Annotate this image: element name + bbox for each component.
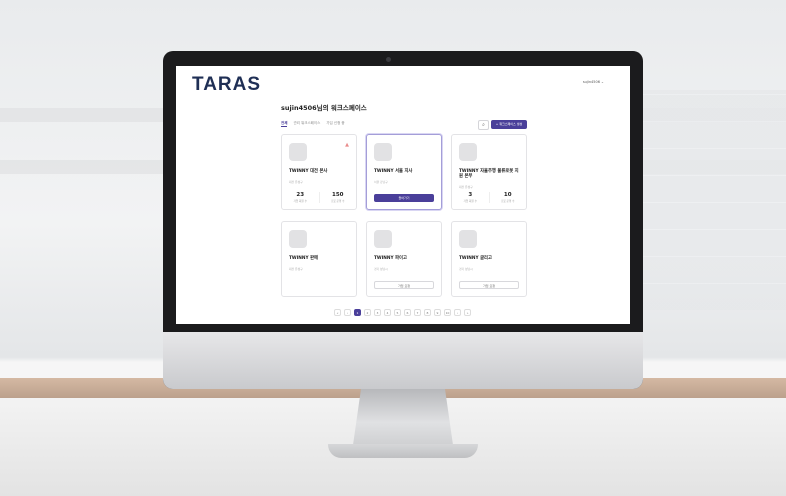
card-name: TWINNY 서울 지사 [374, 169, 413, 174]
enter-button[interactable]: 들어가기 [374, 194, 434, 202]
last-page-button[interactable]: » [464, 309, 471, 316]
workspace-card[interactable]: ▲ TWINNY 대전 본사 대전 유성구 23 가입 회원 수 150 로봇 … [281, 134, 357, 210]
robot-count-label: 로봇 운행 수 [330, 200, 345, 203]
join-request-button[interactable]: 가입 요청 [459, 281, 519, 289]
robot-count: 150 [332, 192, 344, 198]
prev-page-button[interactable]: ‹ [344, 309, 351, 316]
card-stats: 23 가입 회원 수 150 로봇 운행 수 [282, 192, 356, 203]
card-location: 서울 강남구 [374, 180, 388, 184]
workspace-thumbnail [374, 230, 392, 248]
card-stats: 3 가입 회원 수 10 로봇 운행 수 [452, 192, 526, 203]
workspace-card[interactable]: TWINNY 판매 대전 유성구 [281, 221, 357, 297]
user-menu[interactable]: sujin4506 ⌄ [583, 80, 604, 84]
card-location: 경기 성남시 [374, 267, 388, 271]
workspace-thumbnail [374, 143, 392, 161]
workspace-thumbnail [289, 230, 307, 248]
card-name: TWINNY 대전 본사 [289, 169, 328, 174]
card-location: 경기 성남시 [459, 267, 473, 271]
camera-icon [386, 57, 391, 62]
create-workspace-button[interactable]: + 워크스페이스 생성 [491, 120, 527, 129]
workspace-thumbnail [459, 143, 477, 161]
workspace-thumbnail [289, 143, 307, 161]
workspace-card[interactable]: TWINNY 파이고 경기 성남시 가입 요청 [366, 221, 442, 297]
member-count-label: 가입 회원 수 [293, 200, 308, 203]
card-name: TWINNY 판매 [289, 256, 318, 261]
card-location: 대전 유성구 [289, 267, 303, 271]
robot-count: 10 [503, 192, 512, 198]
search-icon[interactable]: ⌕ [478, 120, 489, 130]
imac-stand [353, 389, 453, 445]
workspace-card[interactable]: TWINNY 서울 지사 서울 강남구 들어가기 [366, 134, 442, 210]
next-page-button[interactable]: › [454, 309, 461, 316]
screen: TARAS sujin4506 ⌄ sujin4506님의 워크스페이스 전체 … [176, 66, 630, 324]
page-title: sujin4506님의 워크스페이스 [281, 104, 367, 112]
page-button[interactable]: 1 [354, 309, 361, 316]
member-count: 23 [296, 192, 305, 198]
logo: TARAS [192, 74, 262, 95]
card-location: 대전 유성구 [289, 180, 303, 184]
card-name: TWINNY 자율주행 물류로봇 지원 본부 [459, 169, 519, 180]
alert-icon: ▲ [345, 142, 349, 148]
member-count: 3 [468, 192, 473, 198]
page-button[interactable]: 9 [434, 309, 441, 316]
imac-chin [163, 332, 643, 389]
tab-all[interactable]: 전체 [281, 121, 288, 127]
join-request-button[interactable]: 가입 요청 [374, 281, 434, 289]
tab-pending[interactable]: 가입 신청 중 [326, 121, 344, 127]
page-button[interactable]: 8 [424, 309, 431, 316]
robot-count-label: 로봇 운행 수 [500, 200, 515, 203]
workspace-thumbnail [459, 230, 477, 248]
card-name: TWINNY 파이고 [374, 256, 407, 261]
first-page-button[interactable]: « [334, 309, 341, 316]
workspace-card[interactable]: TWINNY 자율주행 물류로봇 지원 본부 대전 유성구 3 가입 회원 수 … [451, 134, 527, 210]
page-button[interactable]: 2 [364, 309, 371, 316]
workspace-card[interactable]: TWINNY 글리고 경기 성남시 가입 요청 [451, 221, 527, 297]
pagination: « ‹ 1 2 3 4 5 6 7 8 9 10 › » [334, 309, 471, 316]
member-count-label: 가입 회원 수 [463, 200, 478, 203]
imac-stand-base [328, 444, 478, 458]
page-button[interactable]: 7 [414, 309, 421, 316]
workspace-tabs: 전체 관리 워크스페이스 가입 신청 중 [281, 121, 345, 127]
page-button[interactable]: 10 [444, 309, 451, 316]
tab-managed[interactable]: 관리 워크스페이스 [293, 121, 320, 127]
page-button[interactable]: 5 [394, 309, 401, 316]
card-location: 대전 유성구 [459, 185, 473, 189]
page-button[interactable]: 3 [374, 309, 381, 316]
page-button[interactable]: 6 [404, 309, 411, 316]
card-name: TWINNY 글리고 [459, 256, 492, 261]
page-button[interactable]: 4 [384, 309, 391, 316]
